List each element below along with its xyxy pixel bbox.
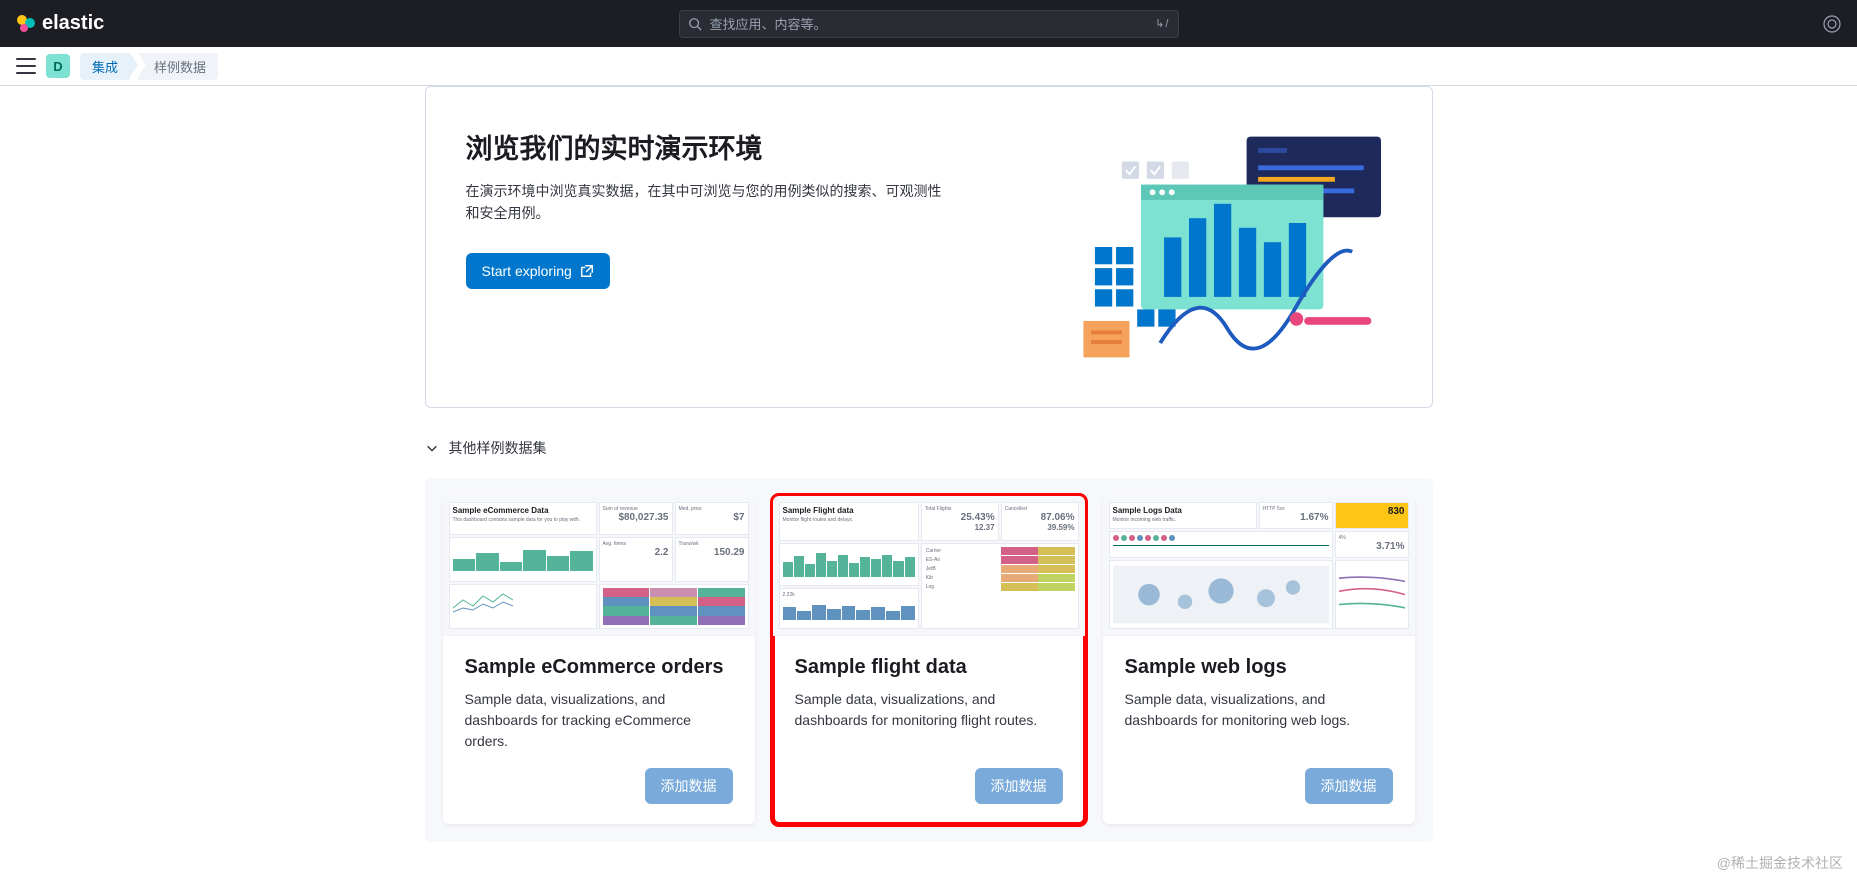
other-sample-data-toggle[interactable]: 其他样例数据集 [425,438,1433,458]
global-search[interactable]: 查找应用、内容等。 ↳/ [679,10,1179,38]
card-title: Sample flight data [795,656,1063,679]
card-description: Sample data, visualizations, and dashboa… [465,689,733,752]
external-link-icon [580,264,594,278]
sample-data-cards: Sample eCommerce DataThis dashboard cont… [425,478,1433,842]
start-exploring-label: Start exploring [482,263,572,279]
hero-title: 浏览我们的实时演示环境 [466,127,946,166]
sample-card-ecommerce: Sample eCommerce DataThis dashboard cont… [443,496,755,824]
card-description: Sample data, visualizations, and dashboa… [1125,689,1393,752]
search-placeholder: 查找应用、内容等。 [710,14,827,33]
sample-card-weblogs: Sample Logs DataMonitor incoming web tra… [1103,496,1415,824]
demo-env-card: 浏览我们的实时演示环境 在演示环境中浏览真实数据，在其中可浏览与您的用例类似的搜… [425,86,1433,408]
card-description: Sample data, visualizations, and dashboa… [795,689,1063,752]
add-data-button[interactable]: 添加数据 [1305,768,1393,804]
watermark: @稀土掘金技术社区 [1717,853,1843,873]
card-thumbnail: Sample Logs DataMonitor incoming web tra… [1103,496,1415,636]
add-data-button[interactable]: 添加数据 [975,768,1063,804]
card-title: Sample web logs [1125,656,1393,679]
chevron-down-icon [425,441,439,455]
global-header: elastic 查找应用、内容等。 ↳/ [0,0,1857,47]
breadcrumb-integrations[interactable]: 集成 [80,53,130,80]
start-exploring-button[interactable]: Start exploring [466,253,610,289]
help-icon[interactable] [1823,15,1841,33]
hero-description: 在演示环境中浏览真实数据，在其中可浏览与您的用例类似的搜索、可观测性和安全用例。 [466,180,946,225]
sub-header: D 集成 样例数据 [0,47,1857,86]
search-icon [688,17,702,31]
sample-card-flight: Sample Flight dataMonitor flight routes … [773,496,1085,824]
search-kbd-hint: ↳/ [1155,17,1169,30]
card-thumbnail: Sample Flight dataMonitor flight routes … [773,496,1085,636]
brand-name: elastic [42,12,104,35]
space-badge[interactable]: D [46,54,70,78]
card-title: Sample eCommerce orders [465,656,733,679]
breadcrumb-sample-data: 样例数据 [138,53,218,80]
nav-toggle-button[interactable] [16,58,36,74]
brand-logo[interactable]: elastic [16,12,104,35]
card-thumbnail: Sample eCommerce DataThis dashboard cont… [443,496,755,636]
breadcrumb: 集成 样例数据 [80,53,218,80]
toggle-label: 其他样例数据集 [449,438,547,458]
hero-illustration [986,127,1392,367]
elastic-logo-icon [16,14,36,34]
header-right-controls [1823,15,1841,33]
main-content: 浏览我们的实时演示环境 在演示环境中浏览真实数据，在其中可浏览与您的用例类似的搜… [0,86,1857,842]
add-data-button[interactable]: 添加数据 [645,768,733,804]
